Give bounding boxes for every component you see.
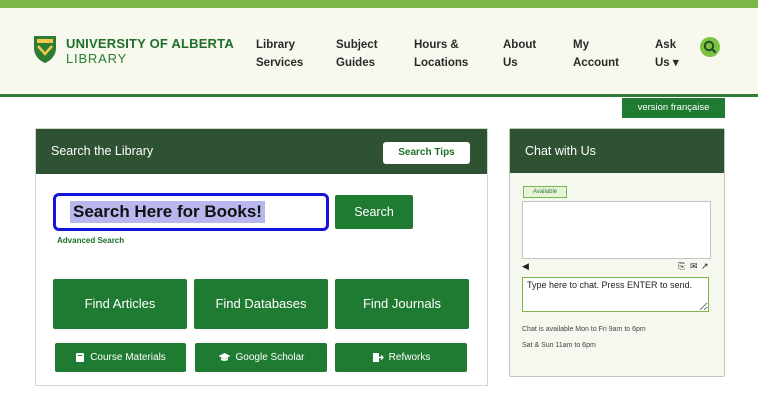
chat-title: Chat with Us — [510, 129, 724, 173]
book-icon — [76, 352, 85, 362]
chat-widget: Chat with Us Available ◀ ⎘ ✉ ↗ Type here… — [509, 128, 725, 377]
chat-message-input[interactable]: Type here to chat. Press ENTER to send. — [522, 277, 709, 312]
brand-university-name: UNIVERSITY OF ALBERTA — [66, 36, 234, 51]
chat-toolbar: ◀ ⎘ ✉ ↗ — [522, 261, 710, 273]
chat-message-log — [522, 201, 711, 259]
search-panel-header: Search the Library Search Tips — [36, 129, 487, 174]
nav-label-line2: Account — [573, 57, 619, 69]
search-tips-button[interactable]: Search Tips — [383, 142, 470, 164]
version-francaise-link[interactable]: version française — [622, 98, 725, 118]
email-transcript-icon[interactable]: ✉ — [690, 261, 698, 272]
chat-hours-note: Chat is available Mon to Fri 9am to 6pm … — [522, 322, 646, 354]
search-submit-button[interactable]: Search — [335, 195, 413, 229]
popout-window-icon[interactable]: ↗ — [701, 261, 709, 272]
library-search-input[interactable]: Search Here for Books! — [53, 193, 329, 231]
course-materials-label: Course Materials — [90, 352, 166, 363]
header-divider — [0, 94, 758, 97]
library-brand[interactable]: UNIVERSITY OF ALBERTA LIBRARY — [66, 36, 234, 66]
find-journals-button[interactable]: Find Journals — [335, 279, 469, 329]
advanced-search-link[interactable]: Advanced Search — [57, 236, 124, 245]
nav-label-line1: Hours & — [414, 39, 459, 51]
course-materials-button[interactable]: Course Materials — [55, 343, 186, 372]
nav-label-line2: Us — [503, 57, 518, 69]
attach-file-icon[interactable]: ⎘ — [678, 261, 685, 272]
nav-about-us[interactable]: About Us — [503, 36, 536, 72]
find-articles-button[interactable]: Find Articles — [53, 279, 187, 329]
nav-label-line2: Guides — [336, 57, 375, 69]
nav-hours-locations[interactable]: Hours & Locations — [414, 36, 468, 72]
nav-label-line1: Ask — [655, 39, 677, 51]
university-shield-icon[interactable] — [32, 34, 58, 64]
chat-status-badge: Available — [523, 186, 567, 198]
google-scholar-label: Google Scholar — [235, 352, 305, 363]
chat-hours-weekend: Sat & Sun 11am to 6pm — [522, 342, 596, 349]
graduation-cap-icon — [218, 353, 231, 362]
top-accent-bar — [0, 0, 758, 8]
nav-library-services[interactable]: Library Services — [256, 36, 303, 72]
brand-library-name: LIBRARY — [66, 51, 127, 66]
site-search-button[interactable] — [700, 37, 720, 57]
chat-hours-weekday: Chat is available Mon to Fri 9am to 6pm — [522, 326, 646, 333]
refworks-button[interactable]: Refworks — [335, 343, 467, 372]
nav-label-line1: My — [573, 39, 589, 51]
nav-label-line1: Subject — [336, 39, 378, 51]
search-panel-title: Search the Library — [51, 144, 154, 158]
nav-label-line1: About — [503, 39, 537, 51]
nav-label-line1: Library — [256, 39, 295, 51]
refworks-label: Refworks — [388, 352, 431, 363]
nav-subject-guides[interactable]: Subject Guides — [336, 36, 378, 72]
nav-label-line2: Services — [256, 57, 304, 69]
export-icon — [372, 352, 384, 362]
search-input-text: Search Here for Books! — [70, 201, 265, 223]
find-databases-button[interactable]: Find Databases — [194, 279, 328, 329]
sound-toggle-icon[interactable]: ◀ — [522, 261, 529, 272]
magnifier-icon — [703, 40, 717, 54]
nav-my-account[interactable]: My Account — [573, 36, 619, 72]
google-scholar-button[interactable]: Google Scholar — [195, 343, 327, 372]
nav-label-line2: Locations — [414, 57, 469, 69]
nav-label-line2: Us ▾ — [655, 57, 679, 69]
nav-ask-us[interactable]: Ask Us ▾ — [655, 36, 679, 72]
